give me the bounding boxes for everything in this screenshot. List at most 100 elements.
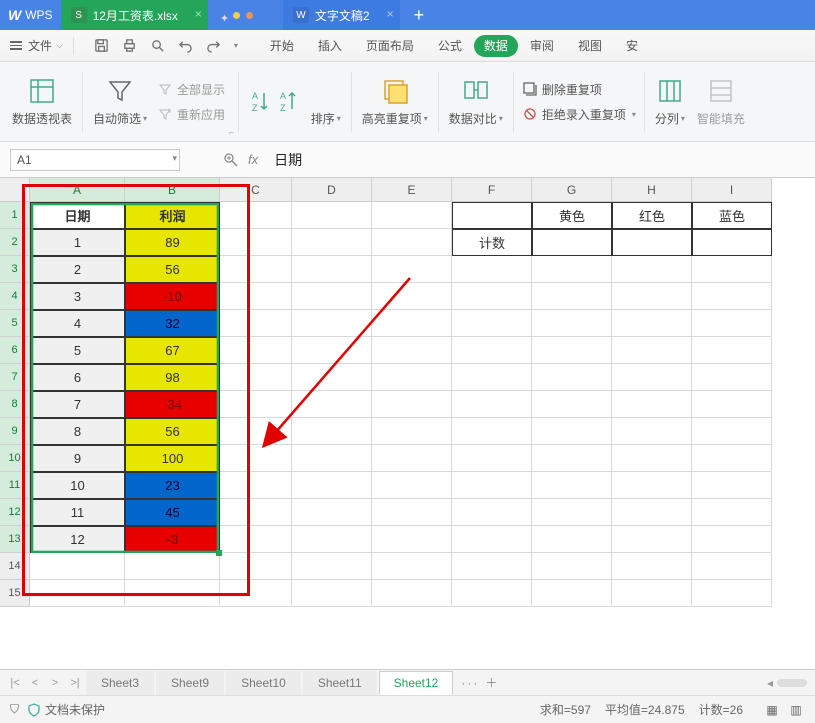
cell[interactable]: 56 (125, 418, 220, 445)
cell[interactable] (220, 337, 292, 364)
cell[interactable] (612, 472, 692, 499)
cell[interactable] (612, 526, 692, 553)
cell[interactable]: 2 (30, 256, 125, 283)
fill-handle[interactable] (216, 550, 222, 556)
redo-button[interactable] (202, 35, 226, 57)
cell[interactable] (612, 364, 692, 391)
cell[interactable] (692, 283, 772, 310)
cell[interactable] (452, 310, 532, 337)
menu-start[interactable]: 开始 (258, 30, 306, 61)
cell[interactable] (372, 256, 452, 283)
col-header-A[interactable]: A (30, 178, 125, 202)
sheet-tab-Sheet10[interactable]: Sheet10 (226, 671, 301, 695)
sheet-next-button[interactable]: > (46, 674, 64, 692)
cell[interactable] (452, 364, 532, 391)
cell[interactable] (452, 202, 532, 229)
cell[interactable]: 黄色 (532, 202, 612, 229)
undo-button[interactable] (174, 35, 198, 57)
view-normal-icon[interactable]: ▦ (763, 701, 781, 719)
doc-guard-icon[interactable]: ⛉ (10, 702, 19, 717)
reapply-button[interactable]: 重新应用 (153, 104, 229, 125)
cell[interactable]: 4 (30, 310, 125, 337)
cell[interactable] (220, 418, 292, 445)
hscroll-track[interactable] (777, 679, 807, 687)
fx-icon[interactable]: fx (248, 152, 258, 167)
cell[interactable] (125, 580, 220, 607)
col-header-I[interactable]: I (692, 178, 772, 202)
cell[interactable] (30, 553, 125, 580)
cell[interactable]: 7 (30, 391, 125, 418)
row-header-13[interactable]: 13 (0, 526, 30, 553)
row-header-6[interactable]: 6 (0, 337, 30, 364)
col-header-E[interactable]: E (372, 178, 452, 202)
name-box[interactable]: A1 ▾ (10, 149, 180, 171)
cell[interactable] (692, 310, 772, 337)
cell[interactable] (292, 445, 372, 472)
cell[interactable] (292, 229, 372, 256)
cell[interactable] (292, 202, 372, 229)
menu-more[interactable]: 安 (614, 30, 650, 61)
cell[interactable] (220, 256, 292, 283)
cell[interactable] (612, 310, 692, 337)
cell[interactable] (532, 418, 612, 445)
cell[interactable] (532, 391, 612, 418)
cell[interactable] (612, 337, 692, 364)
cell[interactable] (372, 391, 452, 418)
cell[interactable] (612, 256, 692, 283)
print-preview-button[interactable] (146, 35, 170, 57)
cell[interactable]: 100 (125, 445, 220, 472)
cell[interactable]: 12 (30, 526, 125, 553)
cell[interactable] (220, 580, 292, 607)
cell[interactable] (220, 553, 292, 580)
menu-review[interactable]: 审阅 (518, 30, 566, 61)
cell[interactable] (220, 364, 292, 391)
formula-value[interactable]: 日期 (274, 150, 302, 170)
datacompare-button[interactable]: 数据对比▾ (443, 72, 509, 131)
document-tab-2[interactable]: W 文字文稿2 × (283, 0, 400, 30)
cell[interactable] (532, 445, 612, 472)
cell[interactable] (532, 472, 612, 499)
row-header-7[interactable]: 7 (0, 364, 30, 391)
cell[interactable] (692, 364, 772, 391)
autofilter-button[interactable]: 自动筛选▾ (87, 72, 153, 131)
cell[interactable] (532, 553, 612, 580)
sheet-tab-Sheet12[interactable]: Sheet12 (379, 671, 454, 695)
sheet-more-button[interactable]: ··· (461, 676, 479, 690)
cell[interactable] (452, 580, 532, 607)
cell[interactable] (220, 526, 292, 553)
pivot-table-button[interactable]: 数据透视表 (6, 72, 78, 131)
cell[interactable] (452, 553, 532, 580)
cell[interactable] (292, 472, 372, 499)
cell[interactable] (452, 445, 532, 472)
cell[interactable] (692, 418, 772, 445)
cell[interactable]: 计数 (452, 229, 532, 256)
cell[interactable] (220, 445, 292, 472)
cell[interactable] (692, 391, 772, 418)
cell[interactable]: 9 (30, 445, 125, 472)
row-header-4[interactable]: 4 (0, 283, 30, 310)
menu-pagelayout[interactable]: 页面布局 (354, 30, 426, 61)
cell[interactable] (452, 472, 532, 499)
cell[interactable]: 23 (125, 472, 220, 499)
cell[interactable] (692, 499, 772, 526)
row-header-11[interactable]: 11 (0, 472, 30, 499)
cell[interactable] (292, 391, 372, 418)
cell[interactable] (612, 418, 692, 445)
document-tab-1[interactable]: S 12月工资表.xlsx × (61, 0, 208, 30)
cell[interactable] (532, 283, 612, 310)
cell[interactable] (292, 364, 372, 391)
cell[interactable] (292, 310, 372, 337)
cell[interactable] (292, 580, 372, 607)
cell[interactable] (372, 472, 452, 499)
cell[interactable] (692, 337, 772, 364)
cell[interactable]: 1 (30, 229, 125, 256)
cell[interactable] (292, 418, 372, 445)
cell[interactable]: 6 (30, 364, 125, 391)
cell[interactable] (372, 283, 452, 310)
cell[interactable] (292, 337, 372, 364)
cell[interactable] (372, 337, 452, 364)
cell[interactable] (612, 553, 692, 580)
cell[interactable] (452, 526, 532, 553)
cell[interactable] (532, 580, 612, 607)
highlight-dup-button[interactable]: 高亮重复项▾ (356, 72, 434, 131)
